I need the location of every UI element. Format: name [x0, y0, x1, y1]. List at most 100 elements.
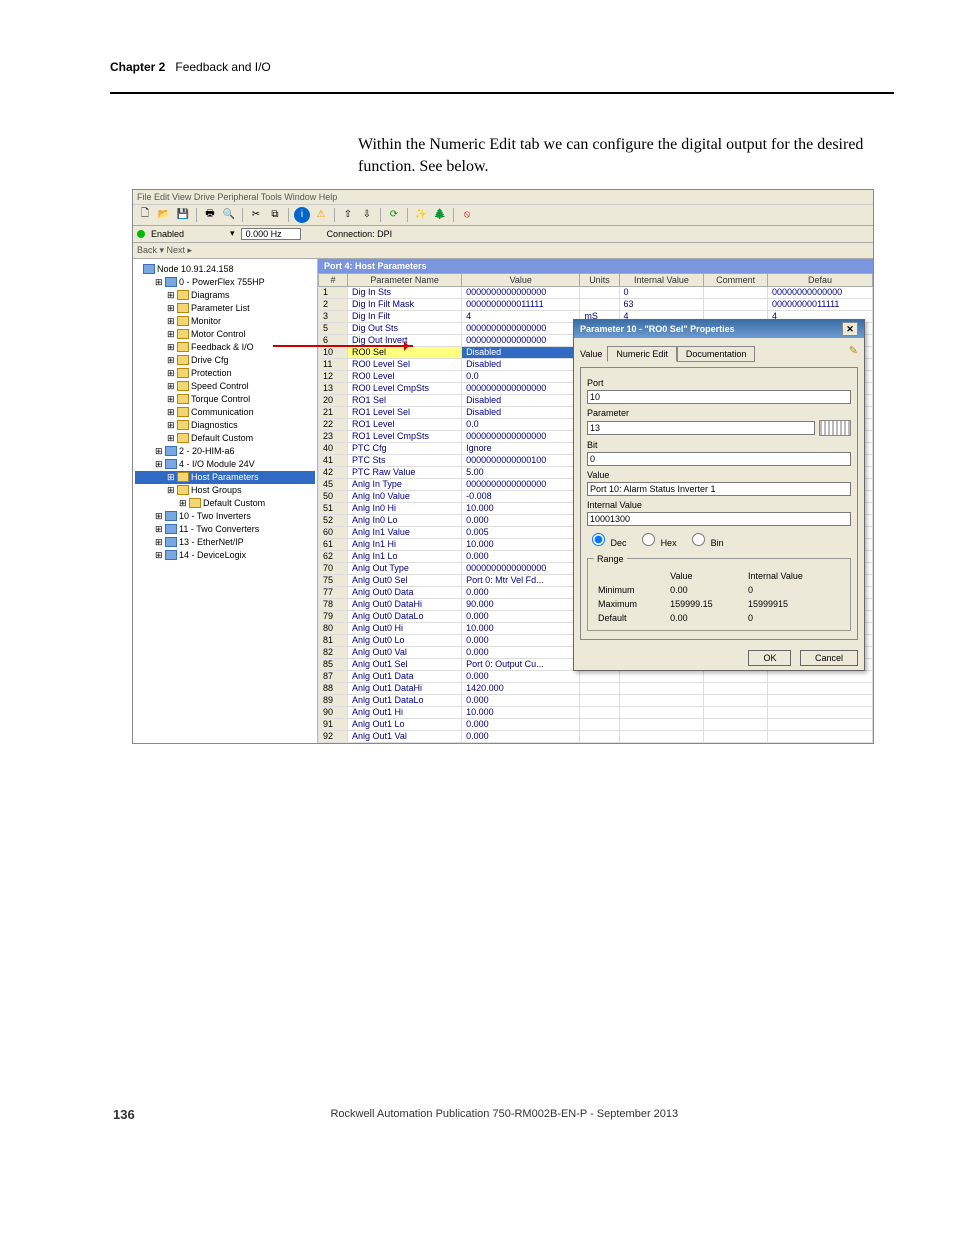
print-icon[interactable]: 🖶 [202, 207, 218, 223]
col-internal: Internal Value [746, 570, 842, 582]
tree-item[interactable]: ⊞ 10 - Two Inverters [135, 510, 315, 523]
internal-value-input[interactable] [587, 512, 851, 526]
radio-hex[interactable] [642, 533, 655, 546]
body-paragraph: Within the Numeric Edit tab we can confi… [358, 134, 894, 179]
port-label: Port [587, 378, 851, 388]
tree-item[interactable]: ⊞ Speed Control [135, 380, 315, 393]
tree-item[interactable]: ⊞ Protection [135, 367, 315, 380]
row-default-label: Default [596, 612, 666, 624]
col-header[interactable]: # [319, 273, 348, 286]
tree-item[interactable]: ⊞ 14 - DeviceLogix [135, 549, 315, 562]
table-row[interactable]: 91Anlg Out1 Lo0.000 [319, 718, 873, 730]
status-hz: 0.000 Hz [241, 228, 301, 240]
radix-group[interactable]: Dec Hex Bin [587, 530, 851, 548]
info-icon[interactable]: i [294, 207, 310, 223]
tree-item[interactable]: ⊞ 13 - EtherNet/IP [135, 536, 315, 549]
properties-dialog: Parameter 10 - "RO0 Sel" Properties ✕ ✎ … [573, 319, 865, 671]
status-bar: Enabled ▾ 0.000 Hz Connection: DPI [133, 226, 873, 243]
screenshot-window: File Edit View Drive Peripheral Tools Wi… [132, 189, 874, 744]
range-legend: Range [594, 554, 627, 564]
parameter-input[interactable] [587, 421, 815, 435]
close-icon[interactable]: ✕ [842, 322, 858, 336]
tree-item[interactable]: ⊞ Parameter List [135, 302, 315, 315]
upload-icon[interactable]: ⇧ [340, 207, 356, 223]
toolbar[interactable]: 🗋 📂 💾 🖶 🔍 ✂ ⧉ i ⚠ ⇧ ⇩ ⟳ ✨ 🌲 ⦸ [133, 205, 873, 226]
table-row[interactable]: 2Dig In Filt Mask00000000000111116300000… [319, 298, 873, 310]
col-header[interactable]: Internal Value [619, 273, 704, 286]
tree-item[interactable]: ⊞ Diagrams [135, 289, 315, 302]
page-number: 136 [112, 1106, 159, 1123]
value-input[interactable] [587, 482, 851, 496]
nav-bar[interactable]: Back ▾ Next ▸ [133, 243, 873, 259]
annotation-arrow [273, 345, 413, 347]
table-row[interactable]: 92Anlg Out1 Val0.000 [319, 730, 873, 742]
ok-button[interactable]: OK [748, 650, 791, 666]
internal-value-label: Internal Value [587, 500, 851, 510]
tree-item[interactable]: ⊞ Monitor [135, 315, 315, 328]
tree-item[interactable]: ⊞ 11 - Two Converters [135, 523, 315, 536]
menu-bar[interactable]: File Edit View Drive Peripheral Tools Wi… [133, 190, 873, 205]
tree-item[interactable]: Node 10.91.24.158 [135, 263, 315, 276]
col-header[interactable]: Value [462, 273, 580, 286]
tab-documentation[interactable]: Documentation [677, 346, 756, 362]
table-row[interactable]: 88Anlg Out1 DataHi1420.000 [319, 682, 873, 694]
bit-label: Bit [587, 440, 851, 450]
status-conn: Connection: DPI [327, 229, 393, 239]
refresh-icon[interactable]: ⟳ [386, 207, 402, 223]
copy-icon[interactable]: ⧉ [267, 207, 283, 223]
tree-item[interactable]: ⊞ Feedback & I/O [135, 341, 315, 354]
new-icon[interactable]: 🗋 [137, 207, 153, 223]
col-value: Value [668, 570, 744, 582]
col-header[interactable]: Parameter Name [348, 273, 462, 286]
tree-item[interactable]: ⊞ Motor Control [135, 328, 315, 341]
nav-tree[interactable]: Node 10.91.24.158⊞ 0 - PowerFlex 755HP⊞ … [133, 259, 318, 743]
divider [110, 92, 894, 94]
preview-icon[interactable]: 🔍 [221, 207, 237, 223]
col-header[interactable]: Comment [704, 273, 768, 286]
table-row[interactable]: 90Anlg Out1 Hi10.000 [319, 706, 873, 718]
table-row[interactable]: 89Anlg Out1 DataLo0.000 [319, 694, 873, 706]
publication-info: Rockwell Automation Publication 750-RM00… [161, 1106, 848, 1123]
chapter-label: Chapter 2 [110, 60, 165, 74]
tree-item[interactable]: ⊞ Host Parameters [135, 471, 315, 484]
wand-icon[interactable]: ✨ [413, 207, 429, 223]
warning-icon[interactable]: ⚠ [313, 207, 329, 223]
tab-value-label: Value [580, 349, 602, 359]
bit-input[interactable] [587, 452, 851, 466]
tree-item[interactable]: ⊞ Drive Cfg [135, 354, 315, 367]
radio-bin[interactable] [692, 533, 705, 546]
tree-item[interactable]: ⊞ Communication [135, 406, 315, 419]
status-enabled: Enabled [151, 229, 184, 239]
tree-item[interactable]: ⊞ Host Groups [135, 484, 315, 497]
tree-item[interactable]: ⊞ Default Custom [135, 497, 315, 510]
status-led [137, 230, 145, 238]
parameter-label: Parameter [587, 408, 851, 418]
tree-item[interactable]: ⊞ Diagnostics [135, 419, 315, 432]
tree-item[interactable]: ⊞ 4 - I/O Module 24V [135, 458, 315, 471]
open-icon[interactable]: 📂 [156, 207, 172, 223]
tree-item[interactable]: ⊞ Torque Control [135, 393, 315, 406]
tree-item[interactable]: ⊞ 0 - PowerFlex 755HP [135, 276, 315, 289]
range-group: Range ValueInternal Value Minimum0.000 M… [587, 554, 851, 631]
tab-numeric-edit[interactable]: Numeric Edit [607, 346, 677, 362]
save-icon[interactable]: 💾 [175, 207, 191, 223]
value-label: Value [587, 470, 851, 480]
download-icon[interactable]: ⇩ [359, 207, 375, 223]
cancel-button[interactable]: Cancel [800, 650, 858, 666]
tree-item[interactable]: ⊞ 2 - 20-HIM-a6 [135, 445, 315, 458]
pencil-icon: ✎ [849, 344, 858, 357]
stop-icon[interactable]: ⦸ [459, 207, 475, 223]
row-max-label: Maximum [596, 598, 666, 610]
grid-title: Port 4: Host Parameters [318, 259, 873, 273]
radio-dec[interactable] [592, 533, 605, 546]
col-header[interactable]: Units [580, 273, 619, 286]
tree-item[interactable]: ⊞ Default Custom [135, 432, 315, 445]
table-row[interactable]: 1Dig In Sts00000000000000000000000000000… [319, 286, 873, 298]
col-header[interactable]: Defau [768, 273, 873, 286]
cut-icon[interactable]: ✂ [248, 207, 264, 223]
table-row[interactable]: 87Anlg Out1 Data0.000 [319, 670, 873, 682]
port-input[interactable] [587, 390, 851, 404]
row-min-label: Minimum [596, 584, 666, 596]
dialog-titlebar[interactable]: Parameter 10 - "RO0 Sel" Properties ✕ [574, 320, 864, 338]
tree-icon[interactable]: 🌲 [432, 207, 448, 223]
